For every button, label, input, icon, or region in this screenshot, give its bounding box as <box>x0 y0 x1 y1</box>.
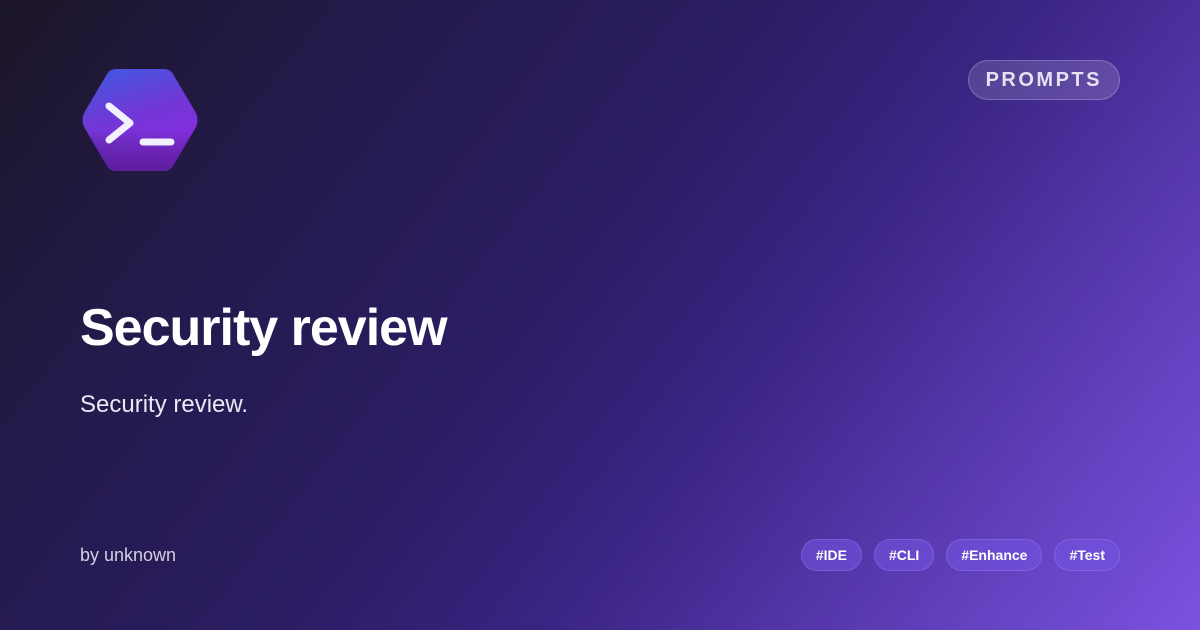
category-badge: PROMPTS <box>967 60 1120 100</box>
tag-cli: #CLI <box>873 539 935 571</box>
tag-enhance: #Enhance <box>946 539 1043 571</box>
terminal-prompt-icon <box>80 66 200 174</box>
tag-ide: #IDE <box>800 539 862 571</box>
author-byline: by unknown <box>80 545 177 565</box>
tag-list: #IDE #CLI #Enhance #Test <box>800 539 1120 571</box>
page-description: Security review. <box>80 391 249 418</box>
tag-test: #Test <box>1054 539 1120 571</box>
page-title: Security review <box>80 299 448 357</box>
